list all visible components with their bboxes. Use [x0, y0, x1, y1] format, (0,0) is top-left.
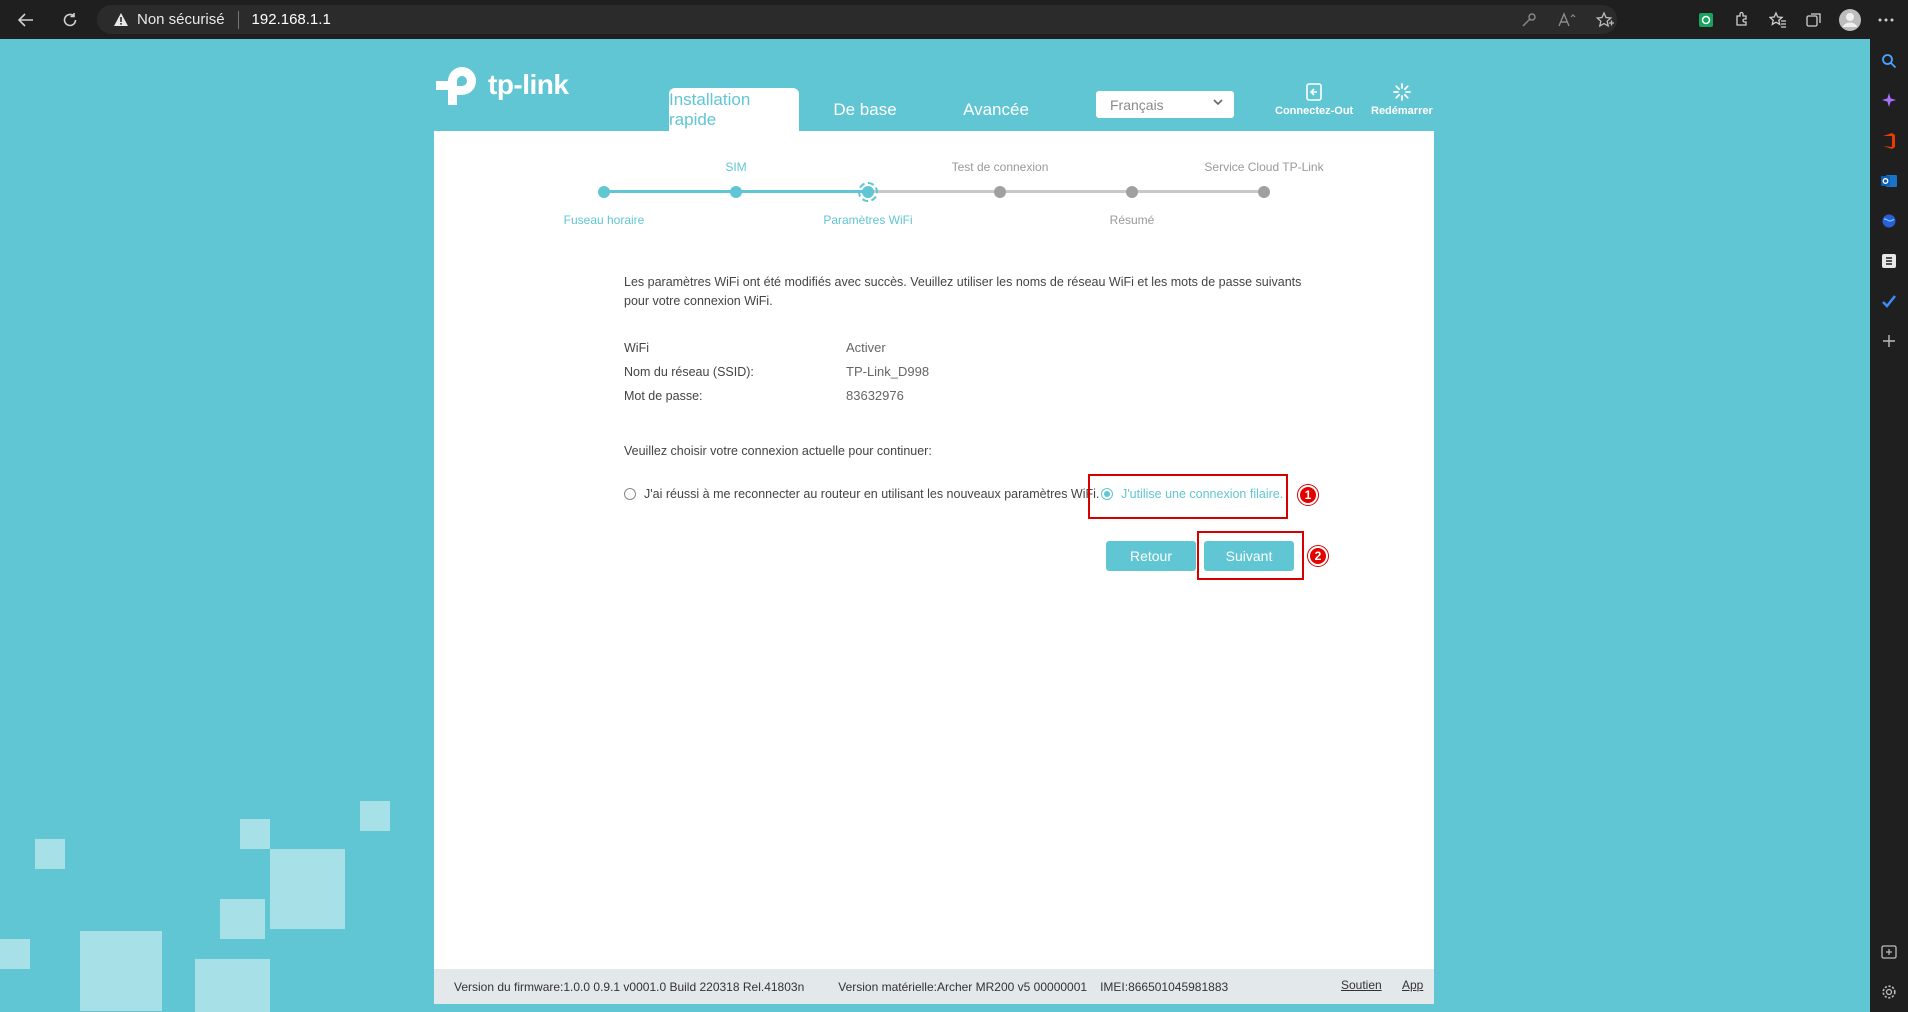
reboot-button[interactable]: Redémarrer — [1371, 82, 1433, 117]
settings-icon[interactable] — [1870, 972, 1908, 1012]
step-label-wifi: Paramètres WiFi — [823, 213, 913, 227]
step-dot-wifi-current — [858, 182, 878, 202]
info-label-ssid: Nom du réseau (SSID): — [624, 365, 754, 379]
success-message: Les paramètres WiFi ont été modifiés ave… — [624, 275, 1302, 308]
hardware-version: Version matérielle:Archer MR200 v5 00000… — [838, 979, 1088, 994]
sidebar-bottom — [1870, 932, 1908, 1012]
read-aloud-icon[interactable] — [1555, 8, 1579, 32]
step-label-cloud: Service Cloud TP-Link — [1204, 160, 1324, 174]
page-footer: Version du firmware:1.0.0 0.9.1 v0001.0 … — [434, 969, 1434, 1004]
security-label[interactable]: Non sécurisé — [137, 11, 225, 28]
decoration-square — [220, 899, 265, 939]
annotation-badge-2: 2 — [1308, 546, 1328, 566]
imei: IMEI:866501045981883 — [1100, 979, 1229, 994]
step-dot-summary — [1126, 186, 1138, 198]
back-icon[interactable] — [8, 2, 44, 38]
radio-wifi[interactable] — [624, 488, 636, 500]
radio-wifi-label[interactable]: J'ai réussi à me reconnecter au routeur … — [644, 487, 1099, 501]
stepper-remaining-line — [868, 190, 1264, 193]
radio-option-wifi[interactable]: J'ai réussi à me reconnecter au routeur … — [624, 487, 1099, 501]
tp-link-logo-icon — [436, 67, 476, 105]
extensions-icon[interactable] — [1730, 8, 1754, 32]
wifi-summary-content: Les paramètres WiFi ont été modifiés ave… — [624, 273, 1344, 580]
browser-toolbar: Non sécurisé 192.168.1.1 — [0, 0, 1908, 39]
main-panel: Fuseau horaire SIM Paramètres WiFi Test … — [434, 131, 1434, 1004]
logout-icon — [1306, 83, 1322, 101]
language-value: Français — [1110, 96, 1164, 113]
step-dot-time-zone — [598, 186, 610, 198]
collections-icon[interactable] — [1802, 8, 1826, 32]
address-bar[interactable]: Non sécurisé 192.168.1.1 — [97, 5, 1617, 34]
sheets-icon[interactable] — [1870, 241, 1908, 281]
step-label-connection-test: Test de connexion — [951, 160, 1049, 174]
decoration-square — [80, 931, 162, 1011]
key-icon[interactable] — [1517, 8, 1541, 32]
tab-advanced[interactable]: Avancée — [950, 88, 1042, 131]
reboot-label: Redémarrer — [1371, 105, 1433, 117]
profile-avatar-icon[interactable] — [1838, 8, 1862, 32]
decoration-square — [360, 801, 390, 831]
step-dot-connection-test — [994, 186, 1006, 198]
more-options-icon[interactable] — [1874, 8, 1898, 32]
highlight-box-next — [1197, 531, 1304, 580]
favorites-icon[interactable] — [1766, 8, 1790, 32]
address-tools — [1517, 5, 1617, 34]
todo-icon[interactable] — [1870, 281, 1908, 321]
app-link[interactable]: App — [1402, 978, 1423, 992]
step-dot-sim — [730, 186, 742, 198]
browser-sidebar — [1870, 39, 1908, 1012]
add-icon[interactable] — [1870, 321, 1908, 361]
outlook-icon[interactable] — [1870, 161, 1908, 201]
language-select[interactable]: Français — [1096, 91, 1234, 118]
favorite-add-icon[interactable] — [1593, 8, 1617, 32]
highlight-box-wired-option — [1088, 474, 1288, 519]
reboot-icon — [1392, 83, 1411, 101]
logout-label: Connectez-Out — [1275, 105, 1354, 117]
step-dot-cloud — [1258, 186, 1270, 198]
logo-text: tp-link — [488, 69, 569, 100]
globe-icon[interactable] — [1870, 201, 1908, 241]
decoration-square — [195, 959, 270, 1012]
step-label-summary: Résumé — [1109, 213, 1155, 227]
copilot-icon[interactable] — [1870, 81, 1908, 121]
tp-link-logo: tp-link — [434, 61, 569, 109]
connection-prompt: Veuillez choisir votre connexion actuell… — [624, 444, 932, 458]
info-value-wifi: Activer — [846, 340, 886, 355]
browser-extensions — [1694, 0, 1908, 39]
address-separator — [237, 10, 239, 29]
info-value-ssid: TP-Link_D998 — [846, 364, 930, 379]
refresh-icon[interactable] — [52, 2, 88, 38]
split-screen-icon[interactable] — [1870, 932, 1908, 972]
info-label-password: Mot de passe: — [624, 389, 703, 403]
router-page: tp-link Installation rapide De base Avan… — [0, 39, 1870, 1012]
extension-green-icon[interactable] — [1694, 8, 1718, 32]
step-label-time-zone: Fuseau horaire — [563, 213, 645, 227]
chevron-down-icon — [1212, 95, 1224, 111]
url-text[interactable]: 192.168.1.1 — [252, 11, 331, 28]
decoration-square — [240, 819, 270, 849]
decoration-square — [0, 939, 30, 969]
warning-icon — [113, 12, 129, 27]
search-icon[interactable] — [1870, 41, 1908, 81]
firmware-version: Version du firmware:1.0.0 0.9.1 v0001.0 … — [454, 979, 805, 994]
step-label-sim: SIM — [725, 160, 747, 174]
logout-button[interactable]: Connectez-Out — [1275, 82, 1353, 117]
tab-basic[interactable]: De base — [820, 88, 910, 131]
support-link[interactable]: Soutien — [1341, 978, 1382, 992]
decoration-square — [35, 839, 65, 869]
info-value-password: 83632976 — [846, 388, 904, 403]
tab-quick-setup[interactable]: Installation rapide — [669, 88, 799, 131]
annotation-badge-1: 1 — [1298, 485, 1318, 505]
info-label-wifi: WiFi — [624, 341, 649, 355]
decoration-square — [270, 849, 345, 929]
office-icon[interactable] — [1870, 121, 1908, 161]
back-button[interactable]: Retour — [1106, 541, 1196, 571]
